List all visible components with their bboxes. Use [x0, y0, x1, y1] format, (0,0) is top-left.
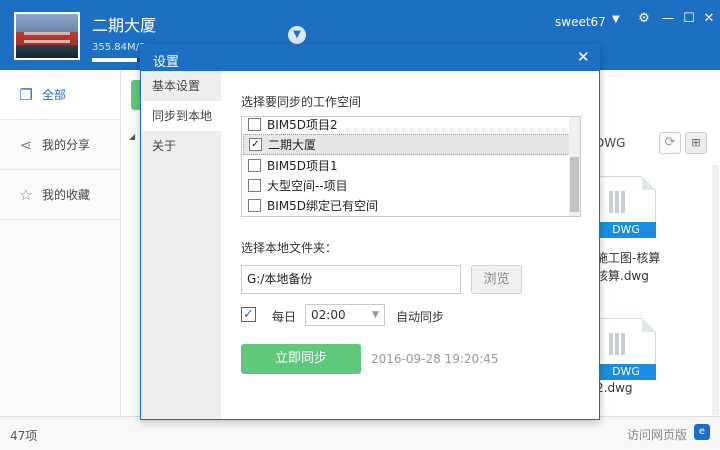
- workspace-name: BIM5D绑定已有空间: [267, 199, 379, 213]
- chevron-down-icon: ▼: [372, 310, 379, 320]
- workspace-name: BIM5D项目2: [267, 118, 338, 132]
- workspace-name: 大型空间--项目: [267, 179, 348, 193]
- workspace-scroll-thumb[interactable]: [570, 157, 579, 212]
- daily-label: 每日: [272, 310, 297, 324]
- maximize-icon[interactable]: ☐: [682, 11, 696, 27]
- folder-path-input[interactable]: G:/本地备份: [241, 265, 461, 294]
- sync-now-button[interactable]: 立即同步: [241, 344, 361, 374]
- tab-basic-settings[interactable]: 基本设置: [141, 71, 221, 101]
- sidebar-item-label: 我的收藏: [42, 188, 91, 202]
- workspace-scrollbar[interactable]: [569, 117, 580, 216]
- workspace-row[interactable]: BIM5D项目1: [243, 155, 570, 176]
- sidebar: ❐ 全部 ⋖ 我的分享 ☆ 我的收藏: [0, 70, 121, 416]
- close-icon[interactable]: ✕: [702, 11, 716, 27]
- storage-bar-fill: [92, 58, 138, 62]
- file-glyph: [609, 191, 627, 213]
- workspace-row[interactable]: ✓ 二期大厦: [243, 134, 570, 155]
- username[interactable]: sweet67: [555, 15, 606, 29]
- thumbnail-stripe: [24, 40, 70, 43]
- tree-view-icon[interactable]: ⊞: [685, 132, 707, 154]
- dwg-file-icon[interactable]: DWG: [596, 318, 656, 380]
- last-sync-time: 2016-09-28 19:20:45: [371, 352, 499, 366]
- workspace-label: 选择要同步的工作空间: [241, 95, 362, 109]
- project-thumbnail[interactable]: [14, 12, 80, 60]
- tab-about[interactable]: 关于: [141, 131, 221, 161]
- item-count: 47项: [10, 429, 38, 443]
- workspace-name: 二期大厦: [268, 138, 317, 152]
- file-name[interactable]: 施工图-核算: [596, 250, 660, 267]
- time-value: 02:00: [311, 308, 346, 322]
- workspace-checkbox[interactable]: [248, 179, 261, 192]
- content-scrollbar[interactable]: [712, 165, 719, 415]
- workspace-name: BIM5D项目1: [267, 159, 338, 173]
- file-name[interactable]: 2.dwg: [596, 380, 633, 397]
- workspace-checkbox[interactable]: [248, 159, 261, 172]
- sidebar-item-my-favorites[interactable]: ☆ 我的收藏: [0, 170, 120, 220]
- workspace-checkbox[interactable]: ✓: [249, 138, 262, 151]
- tree-expand-icon[interactable]: ◢: [129, 132, 135, 141]
- auto-sync-label: 自动同步: [396, 310, 445, 324]
- folder-label: 选择本地文件夹：: [241, 241, 338, 255]
- dwg-file-icon[interactable]: DWG: [596, 176, 656, 238]
- project-name: 二期大厦: [92, 16, 157, 35]
- settings-dialog: 设置 ✕ 基本设置 同步到本地 关于 选择要同步的工作空间 BIM5D项目2 ✓…: [140, 44, 600, 420]
- dialog-close-icon[interactable]: ✕: [577, 48, 590, 66]
- file-type-tag: DWG: [596, 222, 656, 238]
- web-version-link[interactable]: 访问网页版: [627, 426, 687, 443]
- home-icon: ❐: [19, 85, 33, 104]
- web-version-icon[interactable]: e: [694, 424, 710, 440]
- sidebar-item-label: 我的分享: [42, 138, 91, 152]
- refresh-icon[interactable]: ⟳: [659, 132, 681, 154]
- file-name[interactable]: 核算.dwg: [596, 268, 649, 285]
- thumbnail-stripe: [24, 32, 70, 35]
- dialog-title-bar: 设置 ✕: [141, 45, 599, 71]
- time-select[interactable]: 02:00 ▼: [305, 304, 385, 326]
- browse-button[interactable]: 浏览: [471, 265, 522, 294]
- workspace-row[interactable]: BIM5D绑定已有空间: [243, 195, 570, 216]
- storage-usage: 355.84M/5: [92, 42, 146, 53]
- tab-sync-local[interactable]: 同步到本地: [141, 101, 221, 131]
- workspace-checkbox[interactable]: [248, 118, 261, 131]
- minimize-icon[interactable]: —: [661, 11, 675, 27]
- daily-checkbox[interactable]: ✓: [241, 307, 256, 322]
- user-menu-caret-icon[interactable]: ▼: [612, 14, 620, 25]
- sidebar-item-label: 全部: [42, 88, 67, 102]
- file-fold: [642, 318, 656, 332]
- settings-gear-icon[interactable]: ⚙: [637, 11, 651, 27]
- file-glyph: [609, 333, 627, 355]
- file-type-tag: DWG: [596, 364, 656, 380]
- sidebar-item-all[interactable]: ❐ 全部: [0, 70, 120, 120]
- workspace-list: BIM5D项目2 ✓ 二期大厦 BIM5D项目1 大型空间--项目 BIM5D绑…: [241, 116, 581, 217]
- dialog-title: 设置: [153, 55, 180, 70]
- workspace-row[interactable]: 大型空间--项目: [243, 175, 570, 196]
- star-icon: ☆: [19, 185, 33, 204]
- share-icon: ⋖: [19, 135, 33, 154]
- dialog-nav: 基本设置 同步到本地 关于: [141, 71, 221, 419]
- workspace-row[interactable]: BIM5D项目2: [243, 117, 570, 135]
- file-fold: [642, 176, 656, 190]
- workspace-checkbox[interactable]: [248, 199, 261, 212]
- status-bar: 47项 访问网页版 e: [0, 416, 720, 450]
- sidebar-item-my-shares[interactable]: ⋖ 我的分享: [0, 120, 120, 170]
- project-dropdown-icon[interactable]: ▼: [288, 26, 306, 44]
